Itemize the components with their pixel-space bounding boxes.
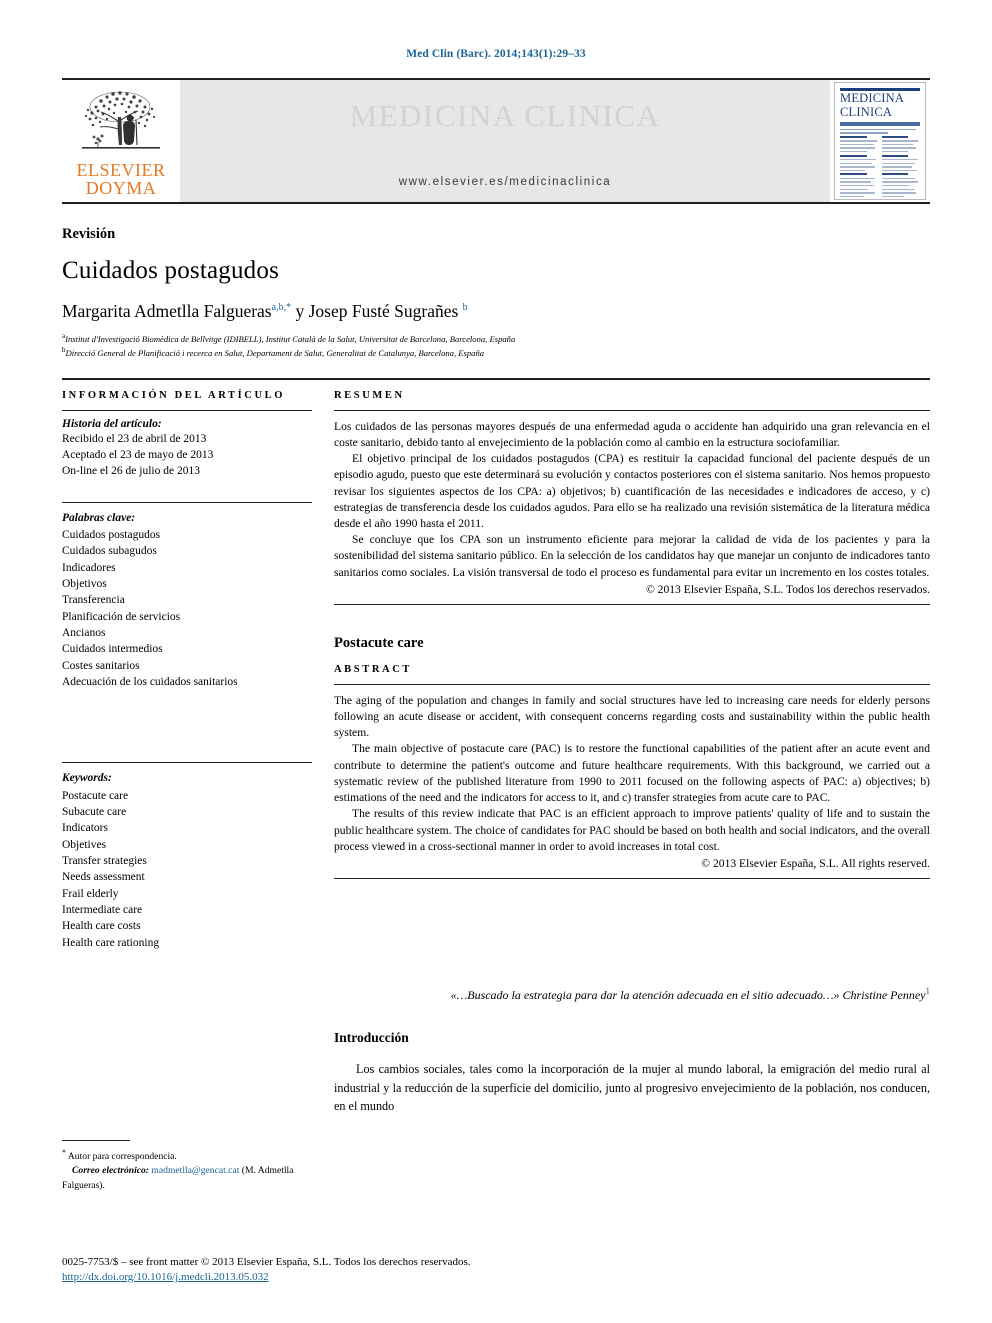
author-affiliation-marks-1[interactable]: a,b,* [272, 302, 291, 313]
article-history: Historia del artículo: Recibido el 23 de… [62, 418, 312, 480]
epigraph-quote: «…Buscado la estrategia para dar la aten… [334, 985, 930, 1004]
abstract-column: RESUMEN Los cuidados de las personas may… [334, 390, 930, 951]
running-head-citation: Med Clin (Barc). 2014;143(1):29–33 [406, 48, 586, 60]
abstract-es-paragraph: Se concluye que los CPA son un instrumen… [334, 533, 930, 579]
footnote-divider [62, 1139, 130, 1141]
abstract-es-copyright: © 2013 Elsevier España, S.L. Todos los d… [645, 582, 930, 596]
keywords-en: Keywords: Postacute care Subacute care I… [62, 770, 312, 951]
doi-line[interactable]: http://dx.doi.org/10.1016/j.medcli.2013.… [62, 1271, 930, 1283]
keyword-item: Cuidados subagudos [62, 545, 157, 558]
history-accepted: Aceptado el 23 de mayo de 2013 [62, 448, 214, 461]
author-name-primary: Margarita Admetlla Falgueras [62, 301, 272, 321]
keyword-item: Health care costs [62, 920, 141, 933]
keyword-item: Needs assessment [62, 871, 145, 884]
keyword-item: Costes sanitarios [62, 659, 140, 672]
correspondence-note: * Autor para correspondencia. Correo ele… [62, 1139, 334, 1193]
abstract-en-copyright: © 2013 Elsevier España, S.L. All rights … [701, 857, 930, 870]
abstract-es-paragraph: Los cuidados de las personas mayores des… [334, 419, 930, 449]
journal-masthead: ELSEVIER DOYMA MEDICINA CLINICA www.else… [62, 78, 930, 204]
section-heading-introduccion: Introducción [334, 1030, 409, 1046]
author-list-conjunction: y Josep Fusté Sugrañes [291, 301, 463, 321]
elsevier-wordmark: ELSEVIER [76, 159, 166, 180]
keyword-item: Subacute care [62, 805, 127, 818]
keyword-item: Planificación de servicios [62, 610, 181, 623]
keywords-en-label: Keywords: [62, 772, 112, 785]
keywords-es: Palabras clave: Cuidados postagudos Cuid… [62, 510, 312, 691]
keyword-item: Indicators [62, 822, 108, 835]
author-affiliation-marks-2[interactable]: b [463, 302, 468, 313]
correspondence-email-link[interactable]: madmetlla@gencat.cat [151, 1165, 239, 1176]
article-body: * Autor para correspondencia. Correo ele… [62, 985, 930, 1191]
affiliation-text-a: Institut d'Investigació Biomèdica de Bel… [65, 333, 516, 344]
epigraph-reference[interactable]: 1 [926, 986, 931, 996]
doyma-wordmark: DOYMA [85, 177, 157, 198]
journal-website-url[interactable]: www.elsevier.es/medicinaclinica [399, 176, 612, 188]
journal-banner: MEDICINA CLINICA www.elsevier.es/medicin… [180, 80, 830, 202]
journal-cover-thumbnail: MEDICINA CLINICA [830, 80, 930, 202]
abstract-en-block: Postacute care ABSTRACT The aging of the… [334, 635, 930, 879]
issn-front-matter-line: 0025-7753/$ – see front matter © 2013 El… [62, 1256, 471, 1269]
article-section-kind: Revisión [62, 226, 116, 242]
keyword-item: Transferencia [62, 594, 125, 607]
intro-paragraph: Los cambios sociales, tales como la inco… [334, 1062, 930, 1114]
article-header: Revisión Cuidados postagudos Margarita A… [62, 226, 930, 360]
body-main-column: «…Buscado la estrategia para dar la aten… [334, 985, 930, 1116]
history-received: Recibido el 23 de abril de 2013 [62, 432, 207, 445]
author-list: Margarita Admetlla Falguerasa,b,* y Jose… [62, 301, 930, 322]
abstract-section: INFORMACIÓN DEL ARTÍCULO Historia del ar… [62, 377, 930, 951]
article-page: Med Clin (Barc). 2014;143(1):29–33 ELSEV… [0, 0, 992, 1323]
keyword-item: Cuidados postagudos [62, 528, 161, 541]
keywords-es-label: Palabras clave: [62, 511, 136, 524]
keyword-item: Indicadores [62, 561, 116, 574]
keyword-item: Frail elderly [62, 887, 119, 900]
page-footer: 0025-7753/$ – see front matter © 2013 El… [62, 1255, 930, 1283]
affiliation-text-b: Direcció General de Planificació i recer… [65, 348, 485, 359]
keyword-item: Postacute care [62, 789, 129, 802]
keyword-item: Adecuación de los cuidados sanitarios [62, 675, 238, 688]
keyword-item: Objetivos [62, 577, 107, 590]
correspondence-label: Autor para correspondencia. [67, 1151, 177, 1163]
epigraph-text: «…Buscado la estrategia para dar la aten… [450, 987, 926, 1002]
cover-title-line2: CLINICA [840, 104, 893, 119]
correspondence-star: * [62, 1147, 66, 1157]
abstract-en-paragraph: The results of this review indicate that… [334, 807, 930, 853]
correspondence-email-label: Correo electrónico: [72, 1165, 150, 1177]
keyword-item: Ancianos [62, 626, 106, 639]
elsevier-tree-icon [74, 87, 168, 159]
body-left-gutter: * Autor para correspondencia. Correo ele… [62, 985, 334, 1191]
keyword-item: Transfer strategies [62, 854, 147, 867]
article-info-column: INFORMACIÓN DEL ARTÍCULO Historia del ar… [62, 390, 334, 951]
history-online: On-line el 26 de julio de 2013 [62, 465, 200, 478]
cover-title-line1: MEDICINA [840, 91, 905, 105]
keyword-item: Cuidados intermedios [62, 643, 163, 656]
affiliation-a: aInstitut d'Investigació Biomèdica de Be… [62, 331, 930, 345]
journal-wordmark: MEDICINA CLINICA [349, 98, 661, 133]
publisher-logo: ELSEVIER DOYMA [62, 80, 180, 202]
abstract-en-title: Postacute care [334, 634, 424, 651]
keyword-item: Health care rationing [62, 936, 160, 949]
page-title: Cuidados postagudos [62, 257, 279, 284]
abstract-en-heading: ABSTRACT [334, 663, 412, 675]
article-info-heading: INFORMACIÓN DEL ARTÍCULO [62, 389, 286, 401]
abstract-en-paragraph: The main objective of postacute care (PA… [334, 742, 930, 805]
affiliation-b: bDirecció General de Planificació i rece… [62, 345, 930, 359]
abstract-es-heading: RESUMEN [334, 389, 405, 401]
cover-contents-columns [835, 135, 925, 199]
doi-link[interactable]: http://dx.doi.org/10.1016/j.medcli.2013.… [62, 1271, 269, 1283]
keyword-item: Intermediate care [62, 903, 143, 916]
cover-subtitle-lines [835, 128, 925, 134]
abstract-es-paragraph: El objetivo principal de los cuidados po… [334, 452, 930, 530]
article-history-label: Historia del artículo: [62, 417, 162, 430]
abstract-en-paragraph: The aging of the population and changes … [334, 693, 930, 740]
keyword-item: Objetives [62, 838, 107, 851]
